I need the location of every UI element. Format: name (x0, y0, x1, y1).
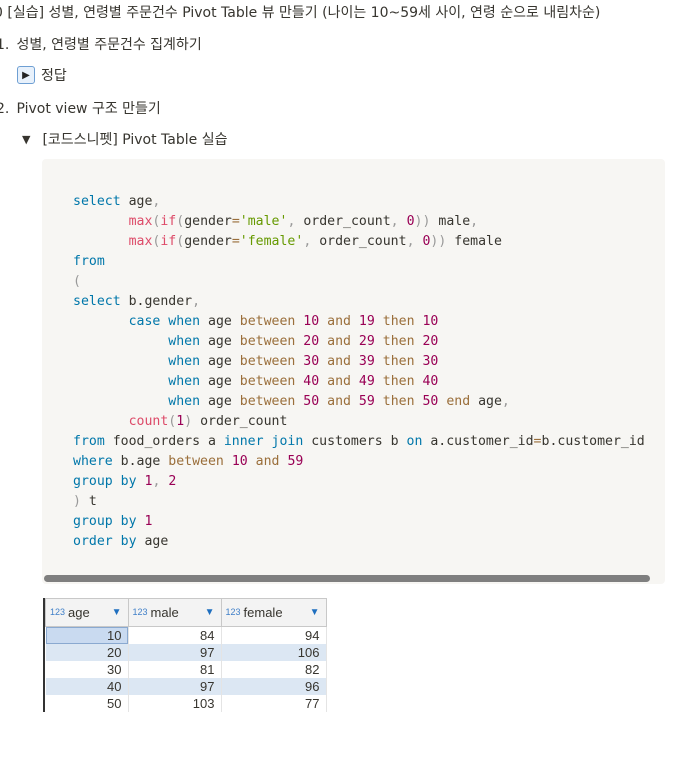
sort-dropdown-icon[interactable]: ▼ (310, 607, 320, 618)
table-cell-age[interactable]: 20 (45, 644, 129, 661)
play-icon[interactable]: ▶ (17, 66, 35, 84)
table-cell-female[interactable]: 106 (221, 644, 327, 661)
snippet-toggle[interactable]: ▼ [코드스니펫] Pivot Table 실습 (22, 129, 227, 149)
result-grid[interactable]: 123 age ▼ 123 male ▼ 123 female ▼ 10 84 94 20 97 106 3… (43, 598, 327, 712)
sort-dropdown-icon[interactable]: ▼ (205, 607, 215, 618)
table-cell-age[interactable]: 30 (45, 661, 129, 678)
sql-code: select age, max(if(gender='male', order_… (73, 194, 645, 549)
table-row[interactable]: 30 81 82 (45, 661, 327, 678)
table-cell-age[interactable]: 50 (45, 695, 129, 712)
table-cell-age[interactable]: 10 (45, 626, 129, 644)
column-header-female[interactable]: 123 female ▼ (220, 598, 327, 627)
list-item-aggregate: 1. 성별, 연령별 주문건수 집계하기 (0, 35, 202, 55)
numeric-type-icon: 123 (50, 607, 66, 617)
heading-text: [실습] 성별, 연령별 주문건수 Pivot Table 뷰 만들기 (나이는… (7, 5, 601, 21)
table-cell-female[interactable]: 82 (221, 661, 327, 678)
code-block[interactable]: select age, max(if(gender='male', order_… (42, 159, 665, 584)
scrollbar-thumb[interactable] (44, 575, 650, 582)
table-row[interactable]: 50 103 77 (45, 695, 327, 712)
horizontal-scrollbar[interactable] (42, 573, 665, 584)
table-cell-male[interactable]: 81 (128, 661, 222, 678)
table-row[interactable]: 40 97 96 (45, 678, 327, 695)
table-cell-male[interactable]: 97 (128, 678, 222, 695)
column-name: female (243, 605, 283, 620)
triangle-down-icon[interactable]: ▼ (22, 133, 30, 146)
table-row[interactable]: 20 97 106 (45, 644, 327, 661)
sort-dropdown-icon[interactable]: ▼ (112, 607, 122, 618)
heading-prefix: 0 (0, 5, 3, 21)
item-label: Pivot view 구조 만들기 (16, 101, 161, 117)
column-name: age (68, 605, 90, 620)
table-cell-male[interactable]: 97 (128, 644, 222, 661)
numeric-type-icon: 123 (225, 607, 241, 617)
answer-toggle[interactable]: ▶ 정답 (17, 64, 67, 86)
column-name: male (150, 605, 179, 620)
table-cell-male[interactable]: 84 (128, 626, 222, 644)
table-cell-female[interactable]: 96 (221, 678, 327, 695)
numeric-type-icon: 123 (132, 607, 148, 617)
list-item-pivot-view: 2. Pivot view 구조 만들기 (0, 99, 161, 119)
table-cell-female[interactable]: 77 (221, 695, 327, 712)
page-heading: 0 [실습] 성별, 연령별 주문건수 Pivot Table 뷰 만들기 (나… (0, 3, 600, 23)
table-cell-female[interactable]: 94 (221, 626, 327, 644)
item-label: 성별, 연령별 주문건수 집계하기 (16, 37, 202, 53)
item-number: 1. (0, 37, 10, 53)
table-row[interactable]: 10 84 94 (45, 626, 327, 644)
column-header-age[interactable]: 123 age ▼ (45, 598, 129, 627)
table-cell-age[interactable]: 40 (45, 678, 129, 695)
item-number: 2. (0, 101, 10, 117)
snippet-toggle-label: [코드스니펫] Pivot Table 실습 (42, 132, 228, 148)
table-cell-male[interactable]: 103 (128, 695, 222, 712)
column-header-male[interactable]: 123 male ▼ (127, 598, 222, 627)
answer-toggle-label: 정답 (41, 68, 67, 84)
